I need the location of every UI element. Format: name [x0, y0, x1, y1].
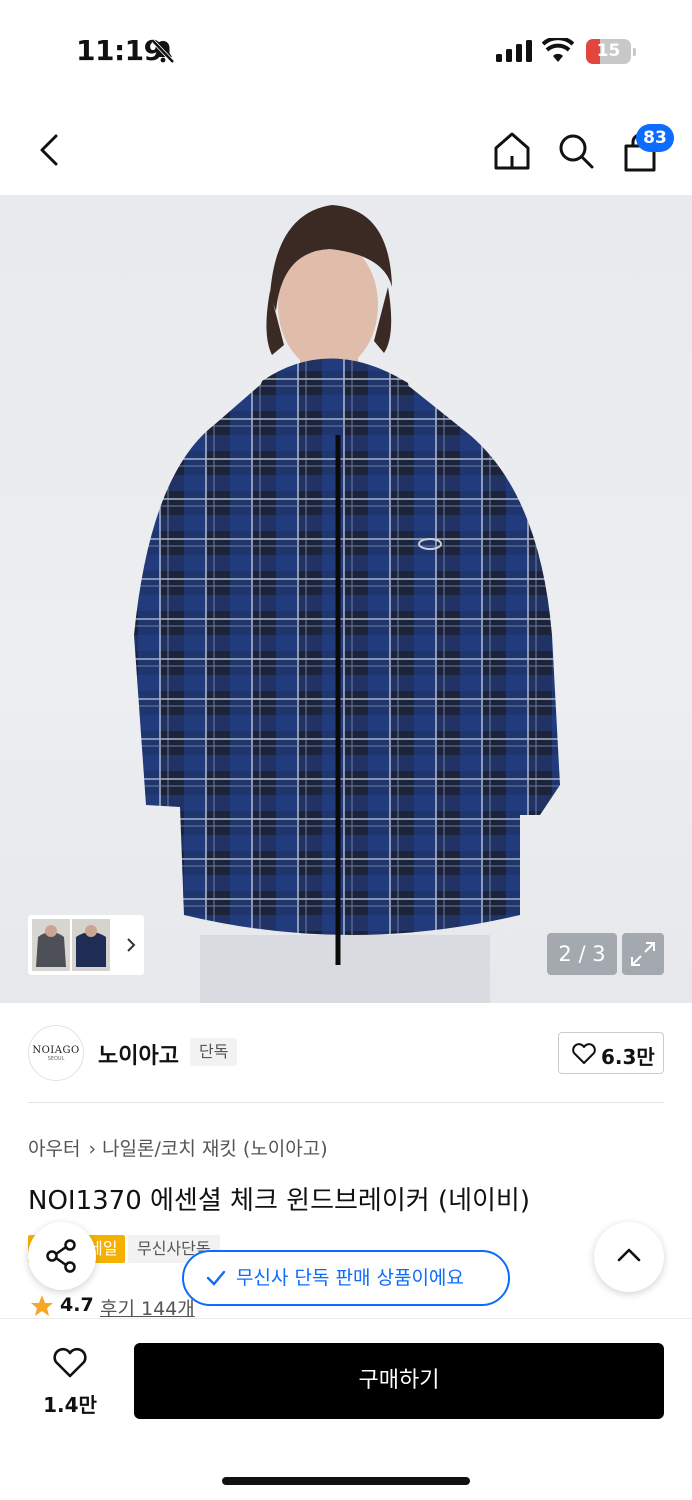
battery-icon: 15 [586, 39, 636, 64]
star-icon [31, 1295, 53, 1316]
wifi-icon [542, 38, 574, 62]
cart-count-badge: 83 [636, 124, 674, 152]
image-counter: 2 / 3 [547, 933, 617, 975]
status-bar: 11:19 15 [0, 0, 692, 100]
product-like-button[interactable]: 1.4만 [30, 1343, 110, 1423]
bottom-purchase-bar: 1.4만 구매하기 [0, 1318, 692, 1500]
top-navigation: 83 [0, 110, 692, 194]
brand-name[interactable]: 노이아고 [98, 1038, 179, 1070]
chevron-right-icon: › [88, 1138, 97, 1160]
breadcrumb-item[interactable]: 나일론/코치 재킷 (노이아고) [102, 1138, 328, 1160]
breadcrumb-item[interactable]: 아우터 [28, 1138, 80, 1160]
toast-text: 무신사 단독 판매 상품이에요 [236, 1267, 464, 1289]
search-icon[interactable] [556, 130, 596, 172]
rating-score: 4.7 [60, 1294, 94, 1316]
breadcrumb: 아우터 › 나일론/코치 재킷 (노이아고) [28, 1134, 328, 1161]
brand-logo[interactable]: NOIAGO SEOUL [28, 1025, 84, 1081]
home-icon[interactable] [492, 130, 532, 172]
heart-icon [572, 1043, 596, 1064]
home-indicator [222, 1477, 470, 1485]
brand-like-button[interactable]: 6.3만 [558, 1032, 664, 1074]
back-icon[interactable] [34, 130, 66, 170]
product-image-gallery[interactable]: 2 / 3 [0, 195, 692, 1003]
battery-level: 15 [596, 41, 621, 61]
share-icon [46, 1239, 76, 1273]
scroll-to-top-button[interactable] [594, 1222, 664, 1292]
brand-like-count: 6.3만 [601, 1045, 655, 1069]
reviews-link[interactable]: 후기 144개 [100, 1294, 195, 1321]
thumbnail-strip[interactable] [28, 915, 144, 975]
buy-button[interactable]: 구매하기 [134, 1343, 664, 1419]
thumbnail-image[interactable] [72, 919, 110, 971]
exclusive-toast: 무신사 단독 판매 상품이에요 [182, 1250, 510, 1306]
check-icon [206, 1270, 226, 1286]
product-photo [134, 205, 560, 1003]
chevron-up-icon [617, 1248, 641, 1262]
product-title: NOI1370 에센셜 체크 윈드브레이커 (네이비) [28, 1186, 530, 1216]
divider [28, 1102, 664, 1103]
brand-exclusive-tag: 단독 [190, 1038, 238, 1066]
heart-icon [53, 1347, 87, 1378]
share-button[interactable] [28, 1222, 96, 1290]
expand-icon [631, 942, 655, 966]
product-like-count: 1.4만 [43, 1393, 97, 1417]
expand-button[interactable] [622, 933, 664, 975]
signal-icon [496, 40, 532, 62]
thumbnail-image[interactable] [32, 919, 70, 971]
bell-slash-icon [151, 39, 175, 64]
chevron-right-icon[interactable] [124, 933, 138, 957]
